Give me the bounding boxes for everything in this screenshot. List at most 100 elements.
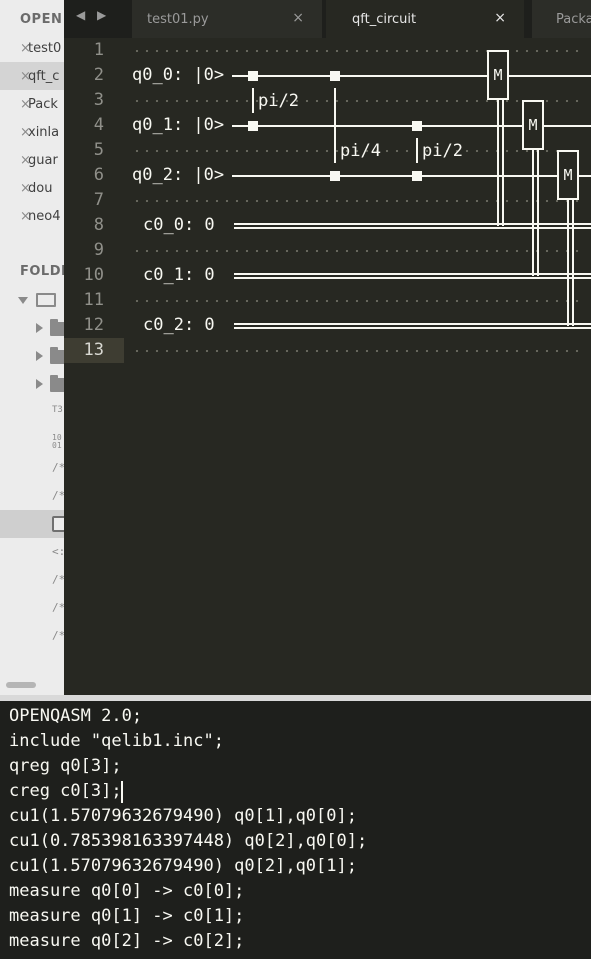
chevron-right-icon[interactable]	[36, 351, 43, 361]
file-item[interactable]: /*	[0, 454, 64, 482]
open-file-guar[interactable]: × guar	[0, 146, 64, 174]
close-icon[interactable]: ×	[292, 10, 304, 26]
open-file-label: xinla	[28, 124, 60, 140]
file-item[interactable]: /*	[0, 566, 64, 594]
gate-label: pi/4	[340, 141, 381, 161]
tab-nav-arrows-icon[interactable]: ◀ ▶	[76, 8, 110, 22]
chevron-right-icon[interactable]	[36, 323, 43, 333]
file-item-selected[interactable]	[0, 510, 64, 538]
file-item[interactable]: 10 01	[0, 426, 64, 454]
line-number: 1	[93, 40, 104, 60]
console-line: qreg q0[3];	[9, 756, 122, 776]
whitespace-dots	[132, 200, 584, 202]
open-file-label: Pack	[28, 96, 58, 112]
close-icon[interactable]: ×	[0, 41, 31, 56]
classical-label: c0_2: 0	[143, 315, 215, 335]
open-file-label: neo4	[28, 208, 61, 224]
chevron-down-icon[interactable]	[18, 297, 28, 304]
line-number: 4	[93, 115, 104, 135]
tab-bar: ◀ ▶ test01.py × qft_circuit × Packa	[64, 0, 591, 38]
tab-test01[interactable]: test01.py ×	[132, 0, 322, 38]
code-file-icon: /*	[52, 489, 64, 502]
line-number: 8	[93, 215, 104, 235]
control-node	[248, 121, 258, 131]
file-item[interactable]: /*	[0, 482, 64, 510]
classical-label: c0_1: 0	[143, 265, 215, 285]
classical-wire	[234, 323, 591, 329]
close-icon[interactable]: ×	[0, 97, 31, 112]
folder-icon	[50, 319, 64, 336]
console-line: cu1(1.57079632679490) q0[2],q0[1];	[9, 856, 357, 876]
line-number: 6	[93, 165, 104, 185]
close-icon[interactable]: ×	[0, 125, 31, 140]
whitespace-dots	[132, 350, 584, 352]
line-number: 9	[93, 240, 104, 260]
editor[interactable]: 1 2 3 4 5 6 7 8 9 10 11 12 13 q0_0: |0> …	[64, 38, 591, 695]
folder-root[interactable]	[0, 286, 64, 314]
control-node	[412, 171, 422, 181]
measure-connector	[532, 150, 534, 276]
tab-package[interactable]: Packa	[532, 0, 591, 38]
console-line: creg c0[3];	[9, 781, 122, 801]
file-item[interactable]: T3	[0, 398, 64, 426]
control-node	[412, 121, 422, 131]
file-item[interactable]: /*	[0, 622, 64, 650]
line-number-current: 13	[83, 340, 104, 360]
measure-connector	[497, 100, 499, 226]
text-caret	[121, 781, 123, 803]
open-file-label: test0	[28, 40, 62, 56]
open-file-test01[interactable]: × test0	[0, 34, 64, 62]
open-file-label: guar	[28, 152, 58, 168]
folder-item[interactable]	[0, 370, 64, 398]
code-file-icon: /*	[52, 573, 64, 586]
whitespace-dots	[132, 300, 584, 302]
line-number: 11	[83, 290, 104, 310]
qubit-label: q0_1: |0>	[132, 115, 225, 135]
measure-gate: M	[522, 100, 544, 150]
measure-gate: M	[487, 50, 509, 100]
open-file-package[interactable]: × Pack	[0, 90, 64, 118]
close-icon[interactable]: ×	[494, 10, 506, 26]
tab-qft-circuit[interactable]: qft_circuit ×	[326, 0, 524, 38]
console-line: measure q0[0] -> c0[0];	[9, 881, 245, 901]
line-number: 2	[93, 65, 104, 85]
measure-connector	[502, 100, 504, 226]
line-number: 12	[83, 315, 104, 335]
line-number: 10	[83, 265, 104, 285]
open-file-xinla[interactable]: × xinla	[0, 118, 64, 146]
folder-open-icon	[36, 293, 56, 307]
control-node	[248, 71, 258, 81]
open-file-neo4[interactable]: × neo4	[0, 202, 64, 230]
gate-connector	[416, 138, 418, 163]
close-icon[interactable]: ×	[0, 153, 31, 168]
line-number: 3	[93, 90, 104, 110]
text-file-icon: T3	[52, 405, 63, 415]
open-file-dou[interactable]: × dou	[0, 174, 64, 202]
measure-connector	[572, 200, 574, 326]
control-node	[330, 171, 340, 181]
file-item[interactable]: /*	[0, 594, 64, 622]
close-icon[interactable]: ×	[0, 181, 31, 196]
measure-gate: M	[557, 150, 579, 200]
markup-file-icon: <:	[52, 545, 64, 558]
gate-label: pi/2	[258, 91, 299, 111]
console-line: OPENQASM 2.0;	[9, 706, 143, 726]
sidebar-scrollbar[interactable]	[6, 682, 36, 688]
line-number: 5	[93, 140, 104, 160]
output-console[interactable]: OPENQASM 2.0; include "qelib1.inc"; qreg…	[0, 701, 591, 959]
close-icon[interactable]: ×	[0, 209, 31, 224]
line-number: 7	[93, 190, 104, 210]
file-item[interactable]: <:	[0, 538, 64, 566]
file-icon	[52, 516, 64, 532]
console-line: cu1(1.57079632679490) q0[1],q0[0];	[9, 806, 357, 826]
classical-label: c0_0: 0	[143, 215, 215, 235]
close-icon[interactable]: ×	[0, 69, 31, 84]
control-node	[330, 71, 340, 81]
console-line: measure q0[1] -> c0[1];	[9, 906, 245, 926]
folder-item[interactable]	[0, 342, 64, 370]
folder-item[interactable]	[0, 314, 64, 342]
chevron-right-icon[interactable]	[36, 379, 43, 389]
gate-connector	[334, 88, 336, 163]
open-file-qft-circuit[interactable]: × qft_c	[0, 62, 64, 90]
measure-connector	[567, 200, 569, 326]
